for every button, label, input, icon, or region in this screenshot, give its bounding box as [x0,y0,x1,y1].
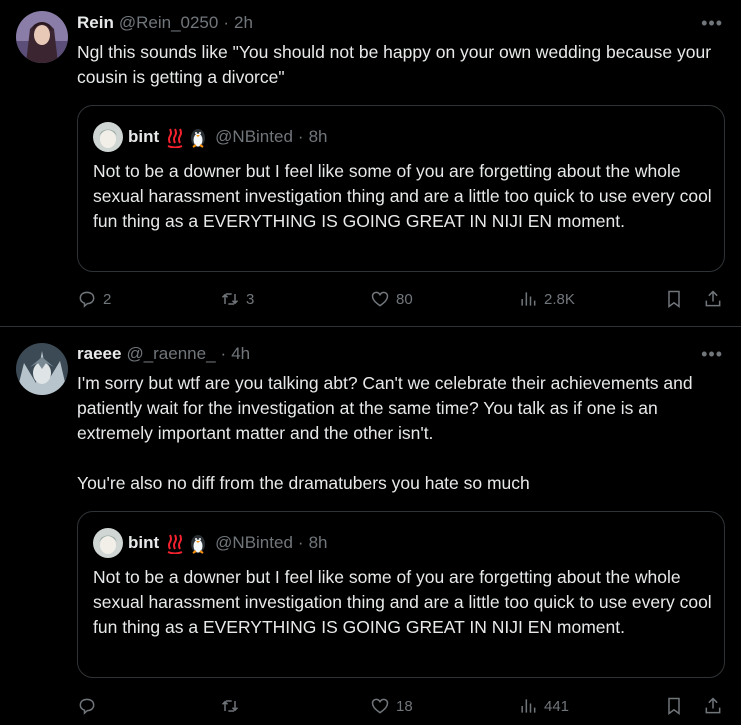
hot-springs-icon [165,126,185,149]
quote-header: bint @NBinted · 8h [93,122,328,152]
quoted-tweet[interactable]: bint @NBinted · 8h Not to be a downer bu… [77,511,725,678]
quote-timestamp: 8h [308,127,328,146]
quote-author-handle: @NBinted [215,127,293,146]
views-button[interactable]: 2.8K [518,287,575,311]
penguin-icon [189,532,207,554]
quoted-tweet[interactable]: bint @NBinted · 8h Not to be a downer bu… [77,105,725,272]
more-options-icon[interactable]: ••• [701,14,723,32]
tweet-rein[interactable]: Rein @Rein_0250 · 2h ••• Ngl this sounds… [0,0,741,327]
tweet-header: raeee @_raenne_ · 4h [77,344,250,366]
like-count: 18 [396,697,413,715]
action-bar: 2 3 80 2.8K [77,287,727,311]
more-options-icon[interactable]: ••• [701,345,723,363]
timestamp[interactable]: 4h [231,344,250,364]
repost-icon [221,700,239,712]
avatar-rein[interactable] [16,11,68,63]
reply-icon [79,698,95,715]
reply-icon [79,291,95,308]
author-handle[interactable]: @_raenne_ [126,344,215,364]
author-name[interactable]: Rein [77,13,114,33]
like-button[interactable]: 80 [370,287,413,311]
share-icon [705,290,721,307]
tweet-text: Ngl this sounds like "You should not be … [77,42,716,87]
like-count: 80 [396,290,413,308]
bookmark-icon [668,697,680,715]
timestamp[interactable]: 2h [234,13,253,33]
quote-avatar [93,122,123,152]
quote-author-name: bint [128,533,160,552]
views-icon [521,292,536,306]
quote-author-handle: @NBinted [215,533,293,552]
avatar-rein-image [16,11,68,63]
quote-text: Not to be a downer but I feel like some … [93,161,712,231]
tweet-header: Rein @Rein_0250 · 2h [77,13,253,35]
quote-header: bint @NBinted · 8h [93,528,328,558]
hot-springs-icon [165,532,185,555]
separator-dot: · [223,13,230,32]
share-button[interactable] [703,694,723,718]
quote-avatar-image [93,122,123,152]
share-button[interactable] [703,287,723,311]
quote-avatar [93,528,123,558]
bookmark-icon [668,290,680,308]
quote-avatar-image [93,528,123,558]
repost-icon [221,293,239,305]
repost-button[interactable]: 3 [220,287,254,311]
penguin-icon [189,126,207,148]
avatar-raeee-image [16,343,68,395]
action-bar: 18 441 [77,694,727,718]
bookmark-button[interactable] [664,287,684,311]
like-button[interactable]: 18 [370,694,413,718]
views-count: 2.8K [544,290,575,308]
bookmark-button[interactable] [664,694,684,718]
views-button[interactable]: 441 [518,694,569,718]
heart-icon [371,291,389,307]
author-name[interactable]: raeee [77,344,121,364]
share-icon [705,697,721,714]
views-icon [521,699,536,713]
separator-dot: · [220,344,227,363]
reply-button[interactable] [77,694,103,718]
heart-icon [371,698,389,714]
separator-dot: · [297,127,304,146]
quote-author-name: bint [128,127,160,146]
views-count: 441 [544,697,570,715]
repost-button[interactable] [220,694,246,718]
separator-dot: · [297,533,304,552]
avatar-raeee[interactable] [16,343,68,395]
reply-button[interactable]: 2 [77,287,111,311]
tweet-text: I'm sorry but wtf are you talking abt? C… [77,373,693,493]
repost-count: 3 [246,290,255,308]
quote-text: Not to be a downer but I feel like some … [93,567,712,637]
quote-timestamp: 8h [308,533,328,552]
author-handle[interactable]: @Rein_0250 [119,13,219,33]
reply-count: 2 [103,290,112,308]
tweet-raeee[interactable]: raeee @_raenne_ · 4h ••• I'm sorry but w… [0,327,741,725]
